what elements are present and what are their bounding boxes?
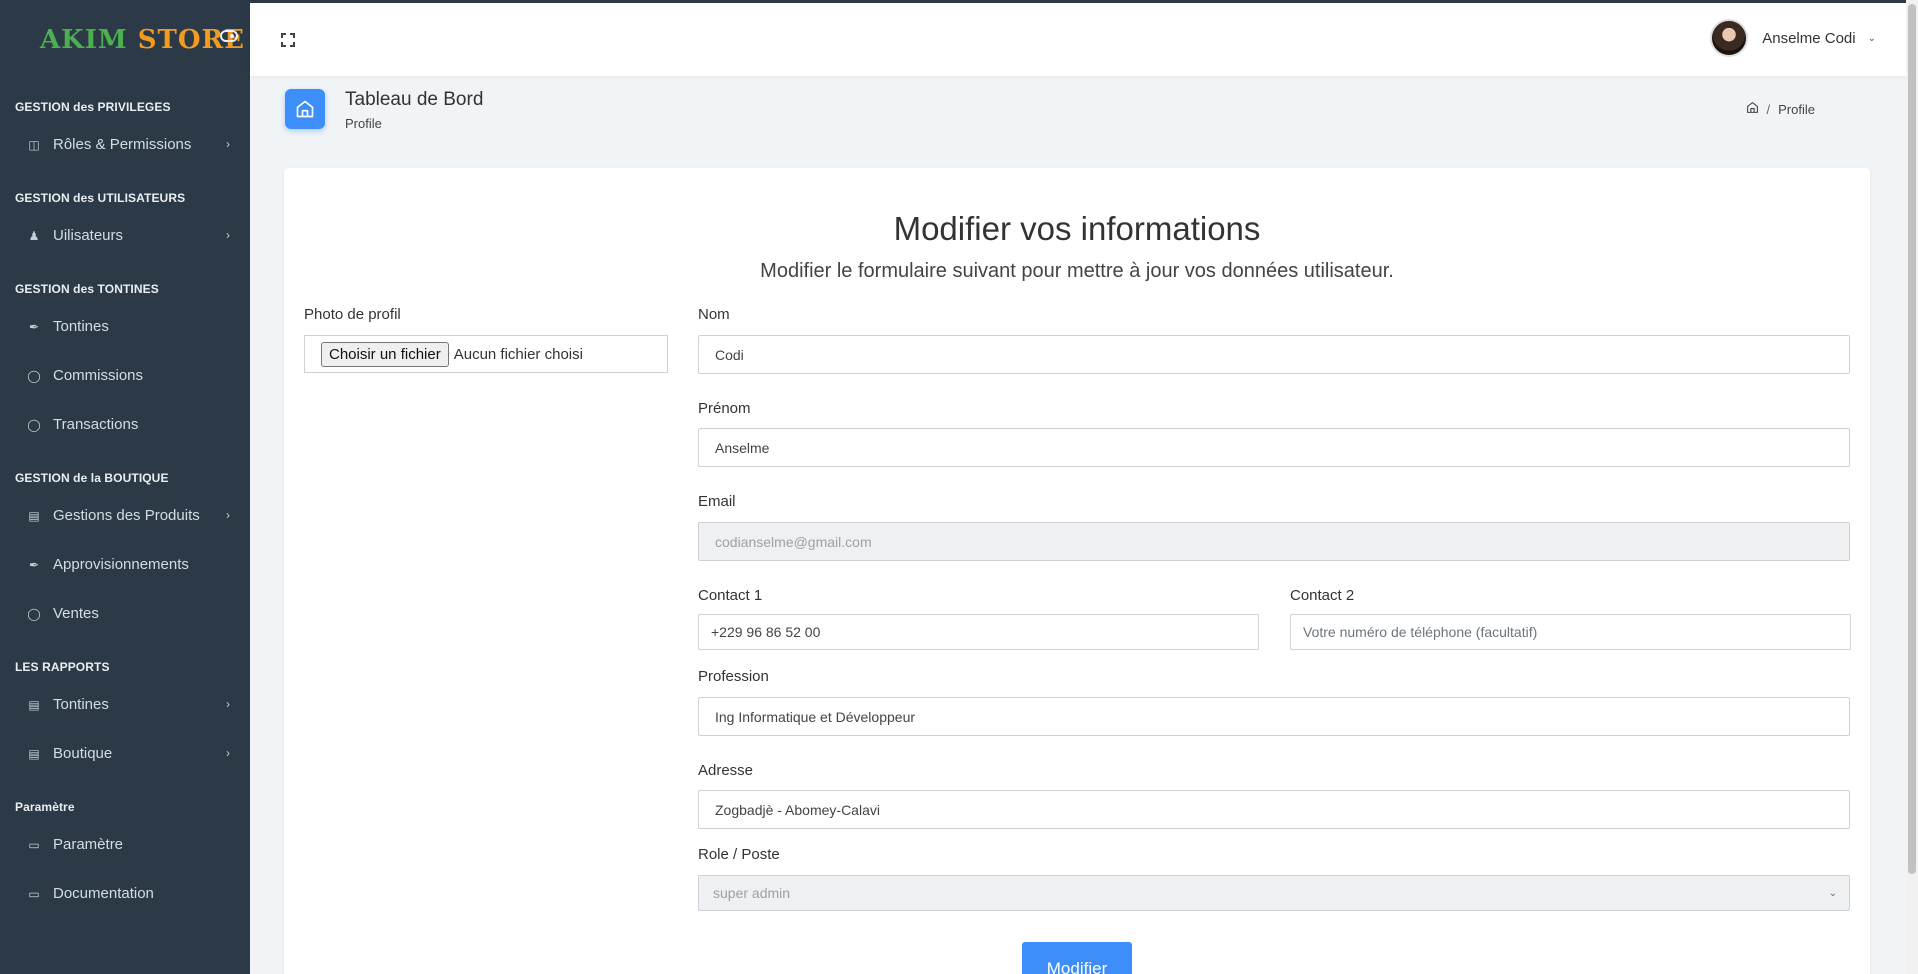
- sidebar-item-tontines[interactable]: ✒ Tontines: [0, 302, 250, 351]
- sidebar-item-label: Boutique: [53, 745, 113, 762]
- sidebar-nav: GESTION des PRIVILEGES ◫ Rôles & Permissio…: [0, 100, 250, 918]
- brand-logo-part1: AKIM: [40, 25, 128, 55]
- feather-icon: ✒: [28, 319, 40, 334]
- monitor-icon: ▭: [28, 837, 40, 852]
- file-status: Aucun fichier choisi: [453, 345, 583, 363]
- role-select-value: super admin: [713, 885, 791, 901]
- sidebar-item-label: Transactions: [53, 416, 139, 433]
- sidebar-item-label: Rôles & Permissions: [53, 136, 192, 153]
- profession-field[interactable]: Ing Informatique et Développeur: [698, 697, 1850, 736]
- sidebar-item-label: Tontines: [53, 318, 109, 335]
- email-label: Email: [698, 493, 736, 510]
- scrollbar[interactable]: [1906, 0, 1918, 974]
- role-label: Role / Poste: [698, 846, 780, 863]
- adresse-label: Adresse: [698, 762, 754, 779]
- sidebar-item-label: Approvisionnements: [53, 556, 189, 573]
- shield-icon: ◯: [27, 368, 41, 383]
- sidebar-item-commissions[interactable]: ◯ Commissions: [0, 351, 250, 400]
- nom-label: Nom: [698, 306, 730, 323]
- profile-form-card: Modifier vos informations Modifier le fo…: [284, 168, 1870, 974]
- clipboard-icon: ▤: [28, 746, 40, 761]
- role-select: super admin ⌄: [698, 875, 1850, 911]
- chevron-right-icon: ›: [226, 697, 230, 711]
- users-icon: ♟: [28, 228, 40, 243]
- sidebar-item-label: Commissions: [53, 367, 144, 384]
- sidebar: AKIM STORE GESTION des PRIVILEGES ◫ Rôles …: [0, 0, 250, 974]
- sidebar-item-ventes[interactable]: ◯ Ventes: [0, 589, 250, 638]
- profession-label: Profession: [698, 668, 769, 685]
- chevron-down-icon[interactable]: ⌄: [1868, 33, 1876, 44]
- chevron-down-icon: ⌄: [1828, 888, 1837, 899]
- sidebar-toggle-icon[interactable]: [220, 30, 238, 42]
- adresse-field[interactable]: Zogbadjè - Abomey-Calavi: [698, 790, 1850, 829]
- page-title: Tableau de Bord: [345, 89, 484, 110]
- sidebar-item-gestions-des-produits[interactable]: ▤ Gestions des Produits ›: [0, 491, 250, 540]
- sidebar-item-r-les-permissions[interactable]: ◫ Rôles & Permissions ›: [0, 120, 250, 169]
- clipboard-icon: ▤: [28, 697, 40, 712]
- photo-label: Photo de profil: [304, 306, 401, 323]
- sidebar-item-boutique[interactable]: ▤ Boutique ›: [0, 729, 250, 778]
- sidebar-section-title: Paramètre: [15, 800, 75, 814]
- sidebar-item-label: Uilisateurs: [53, 227, 124, 244]
- form-subtitle: Modifier le formulaire suivant pour mett…: [760, 260, 1394, 282]
- avatar[interactable]: [1710, 19, 1749, 57]
- sidebar-section-title: GESTION des PRIVILEGES: [15, 100, 171, 114]
- chevron-right-icon: ›: [226, 746, 230, 760]
- sidebar-item-label: Documentation: [53, 885, 154, 902]
- brand-logo[interactable]: AKIM STORE: [40, 25, 245, 55]
- sidebar-section-title: LES RAPPORTS: [15, 660, 110, 674]
- scrollbar-thumb[interactable]: [1908, 4, 1916, 874]
- chevron-right-icon: ›: [226, 137, 230, 151]
- sidebar-item-documentation[interactable]: ▭ Documentation: [0, 869, 250, 918]
- nom-field[interactable]: Codi: [698, 335, 1850, 374]
- contact2-label: Contact 2: [1290, 587, 1355, 604]
- brand: AKIM STORE: [0, 0, 250, 80]
- contact1-field[interactable]: +229 96 86 52 00: [698, 614, 1259, 650]
- page-subtitle: Profile: [345, 116, 382, 131]
- shield-icon: ◯: [27, 606, 41, 621]
- fullscreen-icon[interactable]: [281, 33, 295, 47]
- prenom-label: Prénom: [698, 400, 751, 417]
- breadcrumb-current: Profile: [1778, 101, 1815, 117]
- chevron-right-icon: ›: [226, 228, 230, 242]
- sidebar-item-label: Ventes: [53, 605, 99, 622]
- sidebar-item-uilisateurs[interactable]: ♟ Uilisateurs ›: [0, 211, 250, 260]
- topbar: Anselme Codi ⌄: [250, 0, 1918, 76]
- prenom-field[interactable]: Anselme: [698, 428, 1850, 467]
- breadcrumb: / Profile: [1746, 101, 1815, 117]
- sidebar-item-label: Paramètre: [53, 836, 124, 853]
- user-menu[interactable]: Anselme Codi ⌄: [1710, 19, 1876, 57]
- contact2-field[interactable]: Votre numéro de téléphone (facultatif): [1290, 614, 1851, 650]
- monitor-icon: ▭: [28, 886, 40, 901]
- sidebar-item-tontines[interactable]: ▤ Tontines ›: [0, 680, 250, 729]
- shield-icon: ◯: [27, 417, 41, 432]
- chevron-right-icon: ›: [226, 508, 230, 522]
- sidebar-item-approvisionnements[interactable]: ✒ Approvisionnements: [0, 540, 250, 589]
- page-header: Tableau de Bord Profile / Profile: [285, 89, 1855, 139]
- breadcrumb-home-icon[interactable]: [1746, 101, 1759, 117]
- submit-button[interactable]: Modifier: [1022, 942, 1132, 974]
- choose-file-button[interactable]: Choisir un fichier: [321, 341, 449, 367]
- sidebar-section-title: GESTION des UTILISATEURS: [15, 191, 186, 205]
- sidebar-item-param-tre[interactable]: ▭ Paramètre: [0, 820, 250, 869]
- sidebar-section-title: GESTION des TONTINES: [15, 282, 159, 296]
- home-icon: [285, 89, 325, 129]
- contact1-label: Contact 1: [698, 587, 763, 604]
- sidebar-item-transactions[interactable]: ◯ Transactions: [0, 400, 250, 449]
- sidebar-item-label: Tontines: [53, 696, 109, 713]
- sidebar-section-title: GESTION de la BOUTIQUE: [15, 471, 169, 485]
- photo-file-input[interactable]: Choisir un fichier Aucun fichier choisi: [304, 335, 668, 373]
- email-field: codianselme@gmail.com: [698, 522, 1850, 561]
- layout-icon: ◫: [28, 137, 40, 152]
- clipboard-icon: ▤: [28, 508, 40, 523]
- form-title: Modifier vos informations: [893, 210, 1261, 247]
- sidebar-item-label: Gestions des Produits: [53, 507, 200, 524]
- user-name[interactable]: Anselme Codi: [1762, 30, 1855, 47]
- feather-icon: ✒: [28, 557, 40, 572]
